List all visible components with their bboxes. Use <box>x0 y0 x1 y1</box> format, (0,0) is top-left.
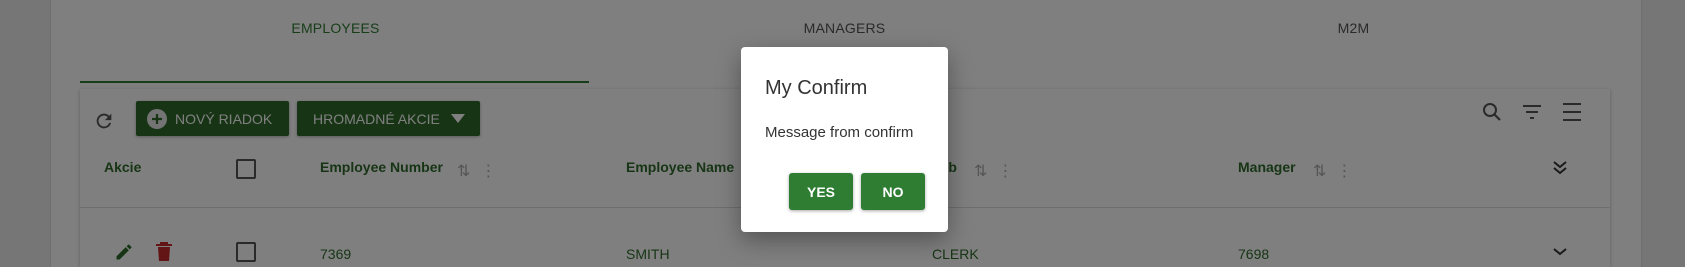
dialog-title: My Confirm <box>765 77 868 99</box>
dialog-message: Message from confirm <box>765 124 914 141</box>
no-button[interactable]: NO <box>861 173 925 210</box>
confirm-dialog: My Confirm Message from confirm YES NO <box>741 47 948 232</box>
yes-button[interactable]: YES <box>789 173 853 210</box>
